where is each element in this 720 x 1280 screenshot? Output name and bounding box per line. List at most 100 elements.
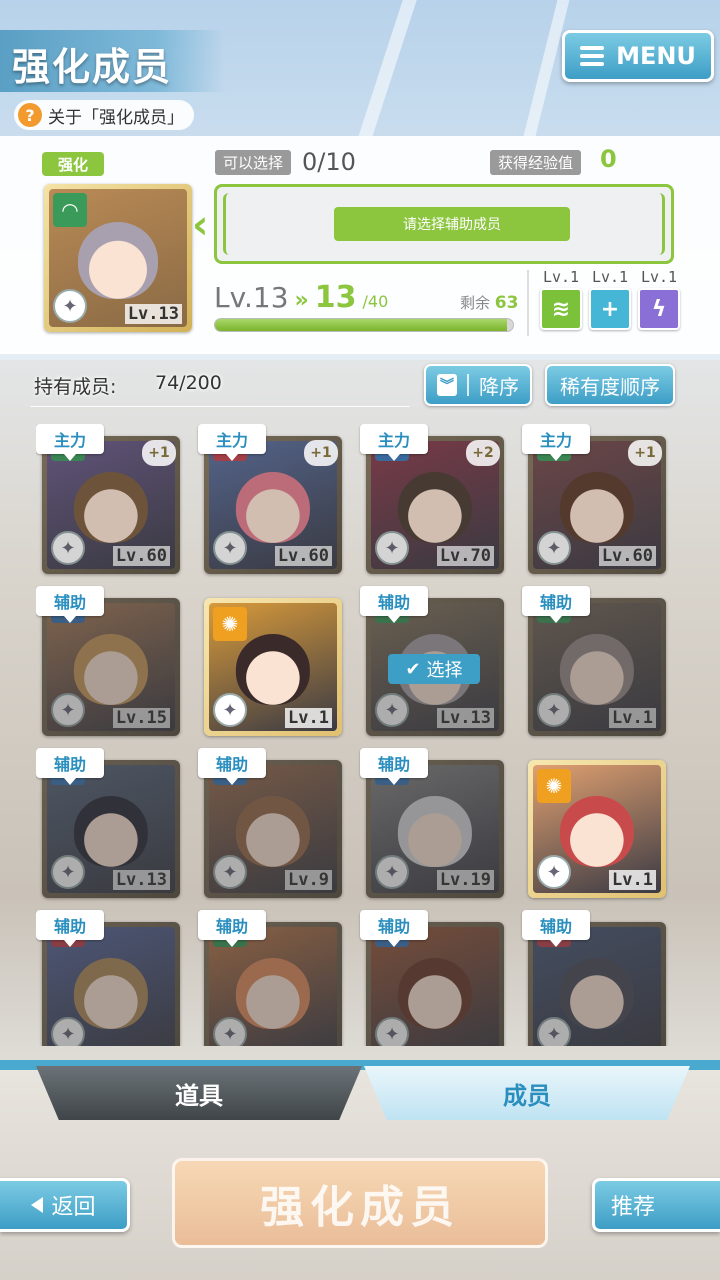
attribute-icon: ◠ — [53, 193, 87, 227]
member-card[interactable]: ◠✦Lv.19辅助 — [360, 748, 510, 898]
sort-rarity-button[interactable]: 稀有度顺序 — [545, 364, 675, 406]
role-tag: 辅助 — [36, 586, 104, 623]
sort-rarity-label: 稀有度顺序 — [560, 374, 660, 399]
sort-order-button[interactable]: ︾ 降序 — [424, 364, 532, 406]
attribute-icon: ✺ — [537, 769, 571, 803]
plus-badge: +1 — [304, 440, 338, 466]
card-frame: ✺ ✦ Lv.1 — [528, 760, 666, 898]
skill-level-item: Lv.1 ϟ — [638, 268, 680, 330]
enhance-tag: 强化 — [42, 152, 104, 176]
role-tag: 主力 — [360, 424, 428, 461]
card-frame: ◠ ✦ Lv.13 — [44, 184, 192, 332]
member-card[interactable]: ◠✦辅助 — [360, 910, 510, 1046]
member-card[interactable]: ◠✦Lv.60主力+1 — [522, 424, 672, 574]
role-tag: 辅助 — [198, 910, 266, 947]
member-card[interactable]: ◠✦辅助 — [522, 910, 672, 1046]
member-card[interactable]: ◠✦Lv.15辅助 — [36, 586, 186, 736]
card-dim-overlay — [366, 922, 504, 1046]
help-link[interactable]: ? 关于「强化成员」 — [14, 100, 194, 130]
member-card[interactable]: ◠✦Lv.60主力+1 — [36, 424, 186, 574]
card-frame: ✺ ✦ Lv.1 — [204, 598, 342, 736]
member-card[interactable]: ✺ ✦ Lv.1 — [522, 748, 672, 898]
role-tag: 辅助 — [36, 910, 104, 947]
card-dim-overlay — [42, 598, 180, 736]
select-badge-label: 选择 — [426, 660, 463, 681]
menu-label: MENU — [616, 42, 696, 70]
skill-type-icon: ✦ — [213, 693, 247, 727]
back-arrow-icon — [31, 1197, 44, 1213]
recommend-button[interactable]: 推荐 — [592, 1178, 720, 1232]
exp-progress-fill — [215, 319, 508, 331]
card-level: Lv.1 — [609, 870, 656, 890]
enhance-member-button[interactable]: 强化成员 — [172, 1158, 548, 1248]
role-tag: 主力 — [36, 424, 104, 461]
member-card[interactable]: ◠✦辅助 — [198, 910, 348, 1046]
exp-gain-label: 获得经验值 — [490, 150, 582, 175]
skill-type-icon: ✦ — [537, 855, 571, 889]
divider — [30, 406, 410, 407]
card-dim-overlay — [366, 760, 504, 898]
member-card[interactable]: ◠✦Lv.1辅助 — [522, 586, 672, 736]
role-tag: 主力 — [198, 424, 266, 461]
card-level: Lv.1 — [285, 708, 332, 728]
base-member-card[interactable]: ◠ ✦ Lv.13 — [44, 184, 192, 332]
exp-progress-bar — [214, 318, 514, 332]
attribute-icon: ✺ — [213, 607, 247, 641]
role-tag: 辅助 — [198, 748, 266, 785]
remaining-label: 剩余 — [460, 294, 491, 312]
level-new: 13 — [314, 280, 357, 315]
menu-button[interactable]: MENU — [562, 30, 714, 82]
member-card[interactable]: ◠✦辅助 — [36, 910, 186, 1046]
exp-gain-value: 0 — [600, 145, 617, 173]
help-icon: ? — [18, 103, 42, 127]
tab-members[interactable]: 成员 — [364, 1066, 690, 1120]
character-portrait — [559, 795, 635, 868]
role-tag: 辅助 — [360, 910, 428, 947]
help-text: 关于「强化成员」 — [48, 107, 184, 128]
role-tag: 辅助 — [522, 910, 590, 947]
level-change: Lv.13 » 13 /40 — [214, 280, 388, 315]
plus-badge: +1 — [628, 440, 662, 466]
hamburger-icon — [580, 46, 605, 66]
page-title: 强化成员 — [12, 45, 173, 89]
remaining-exp: 剩余 63 — [460, 292, 518, 313]
skill-level-label: Lv.1 — [591, 268, 629, 286]
member-card[interactable]: ◠✦Lv.70主力+2 — [360, 424, 510, 574]
role-tag: 辅助 — [36, 748, 104, 785]
role-tag: 辅助 — [360, 748, 428, 785]
back-button[interactable]: 返回 — [0, 1178, 130, 1232]
skill-type-icon: ✦ — [53, 289, 87, 323]
member-card[interactable]: ◠✦Lv.9辅助 — [198, 748, 348, 898]
remaining-value: 63 — [494, 293, 519, 313]
member-card[interactable]: ◠✦Lv.60主力+1 — [198, 424, 348, 574]
select-badge: ✔ 选择 — [388, 654, 480, 684]
check-icon: ✔ — [405, 658, 421, 680]
card-art: ◠ ✦ Lv.13 — [49, 189, 187, 327]
all-skill-icon: ϟ — [638, 288, 680, 330]
tab-items[interactable]: 道具 — [36, 1066, 362, 1120]
member-card[interactable]: ✺ ✦ Lv.1 — [198, 586, 348, 736]
skill-level-item: Lv.1 + — [589, 268, 631, 330]
card-dim-overlay — [528, 922, 666, 1046]
plus-badge: +2 — [466, 440, 500, 466]
separator — [467, 374, 469, 396]
level-current: Lv.13 — [214, 281, 289, 314]
selectable-label: 可以选择 — [215, 150, 292, 175]
double-chevron-icon: » — [294, 288, 309, 313]
owned-members-label: 持有成员: — [34, 376, 117, 398]
role-tag: 辅助 — [522, 586, 590, 623]
skill-levels: Lv.1 ≋ Lv.1 + Lv.1 ϟ — [540, 268, 680, 330]
back-label: 返回 — [51, 1195, 96, 1220]
card-dim-overlay — [42, 922, 180, 1046]
wave-skill-icon: ≋ — [540, 288, 582, 330]
role-tag: 辅助 — [360, 586, 428, 623]
plus-badge: +1 — [142, 440, 176, 466]
card-art: ✺ ✦ Lv.1 — [209, 603, 337, 731]
owned-members-count: 74/200 — [155, 372, 222, 394]
select-support-hint: 请选择辅助成员 — [334, 207, 570, 241]
member-card[interactable]: ◠✦Lv.13辅助✔选择 — [360, 586, 510, 736]
member-card[interactable]: ◠✦Lv.13辅助 — [36, 748, 186, 898]
level-max: /40 — [362, 292, 389, 311]
divider — [527, 270, 529, 336]
role-tag: 主力 — [522, 424, 590, 461]
